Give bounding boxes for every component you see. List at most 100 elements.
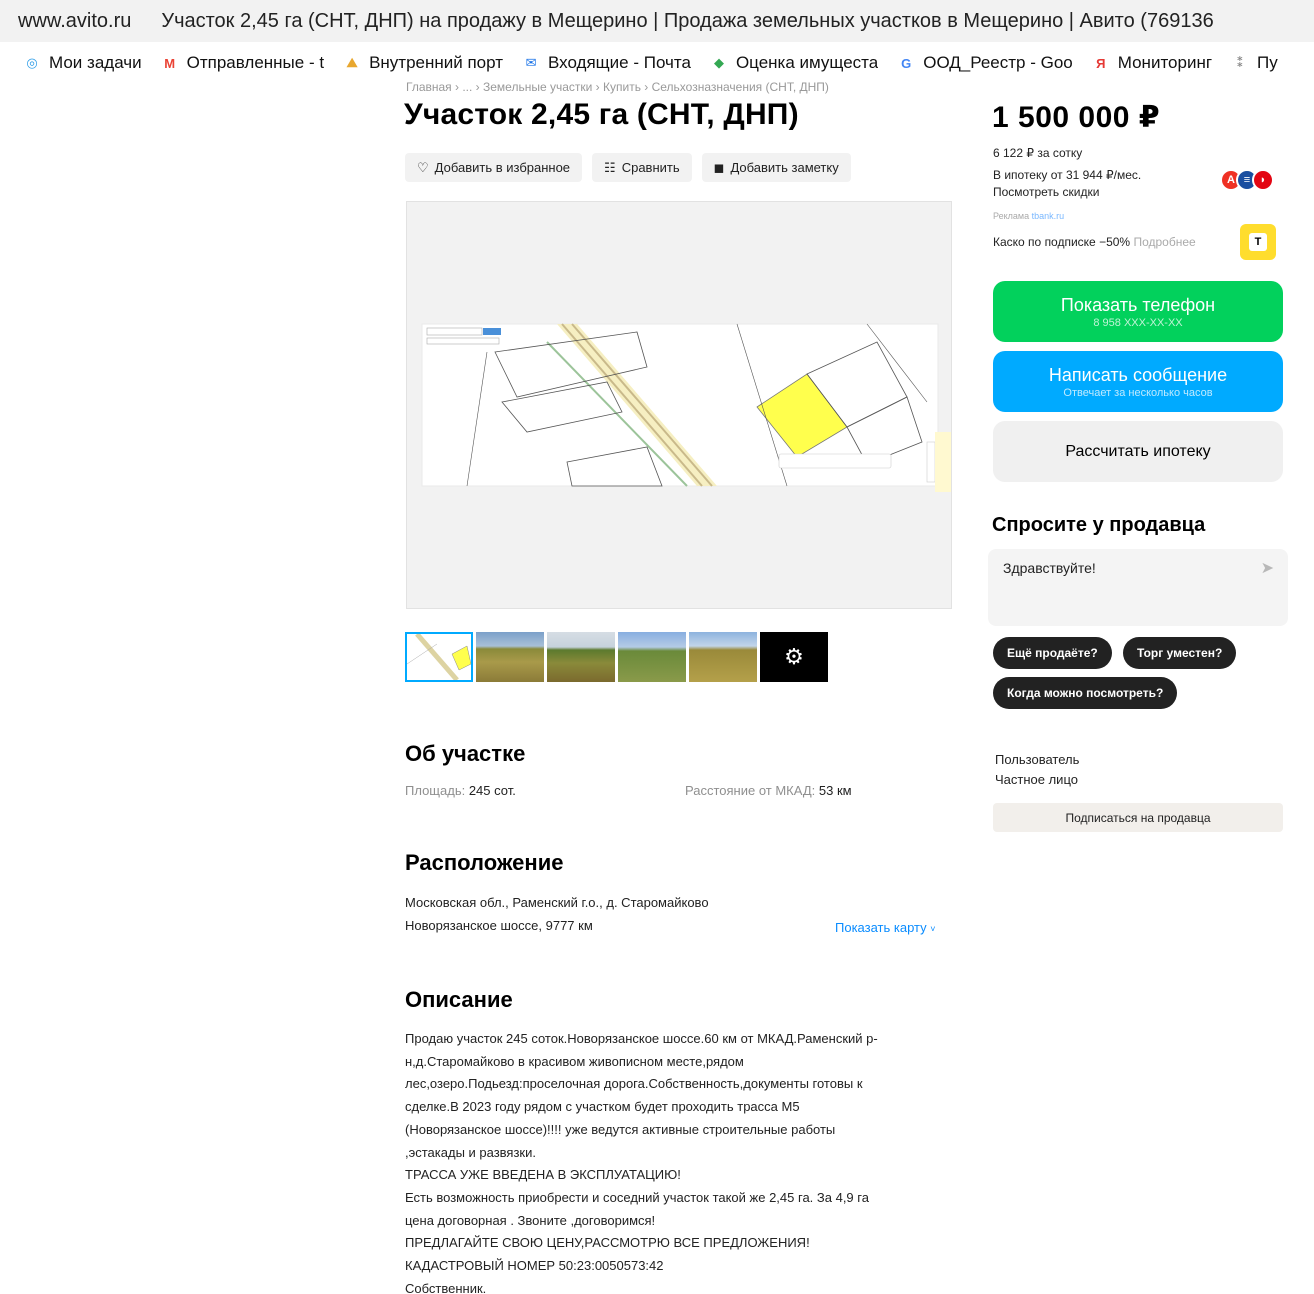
thumbnail-photo-1[interactable] xyxy=(476,632,544,682)
about-heading: Об участке xyxy=(405,741,526,766)
thumbnail-map-image xyxy=(407,634,471,680)
write-message-button[interactable]: Написать сообщение Отвечает за несколько… xyxy=(993,351,1283,412)
thumbnail-photo-2[interactable] xyxy=(547,632,615,682)
bookmark-item[interactable]: M Отправленные - t xyxy=(160,53,324,73)
bookmark-item[interactable]: ⛰ Внутренний порт xyxy=(342,53,503,73)
area-value: 245 сот. xyxy=(468,783,516,798)
description-line: ТРАССА УЖЕ ВВЕДЕНА В ЭКСПЛУАТАЦИЮ! xyxy=(405,1167,681,1183)
pu-icon: ⁑ xyxy=(1236,55,1244,70)
bookmark-item[interactable]: G ООД_Реестр - Goo xyxy=(896,53,1073,73)
bookmark-item[interactable]: ◆ Оценка имущеста xyxy=(709,53,878,73)
breadcrumb[interactable]: Главная › ... › Земельные участки › Купи… xyxy=(406,80,829,94)
add-note-button[interactable]: ◼ Добавить заметку xyxy=(701,153,851,182)
description-line: н,д.Старомайково в красивом живописном м… xyxy=(405,1053,744,1069)
monitoring-icon: Я xyxy=(1096,55,1106,71)
location-highway: Новорязанское шоссе, 9777 км xyxy=(405,918,593,933)
portal-icon: ⛰ xyxy=(346,55,358,70)
thumbnail-map[interactable] xyxy=(405,632,473,682)
bookmark-label: Пу xyxy=(1257,53,1278,72)
seller-type: Частное лицо xyxy=(995,772,1078,787)
estimate-icon: ◆ xyxy=(713,55,724,70)
listing-title: Участок 2,45 га (СНТ, ДНП) xyxy=(404,98,799,131)
bookmark-item[interactable]: ⁑ Пу xyxy=(1230,53,1278,73)
bookmark-label: Отправленные - t xyxy=(186,53,325,72)
quick-question-chip[interactable]: Торг уместен? xyxy=(1123,637,1237,669)
cadastral-map-image xyxy=(407,202,951,608)
description-line: лес,озеро.Подьезд:проселочная дорога.Соб… xyxy=(405,1076,863,1092)
main-photo[interactable] xyxy=(406,201,952,609)
listing-actions: ♡ Добавить в избранное ☷ Сравнить ◼ Доба… xyxy=(405,153,851,182)
bank-icon: ◗ xyxy=(1252,169,1274,191)
kasko-text: Каско по подписке −50% xyxy=(993,235,1131,249)
calculate-mortgage-button[interactable]: Рассчитать ипотеку xyxy=(993,421,1283,482)
location-address: Московская обл., Раменский г.о., д. Стар… xyxy=(405,895,709,910)
seller-name[interactable]: Пользователь xyxy=(995,752,1079,767)
description-line: (Новорязанское шоссе)!!!! уже ведутся ак… xyxy=(405,1121,836,1137)
message-text: Здравствуйте! xyxy=(1003,560,1096,576)
calculate-mortgage-label: Рассчитать ипотеку xyxy=(1065,442,1211,460)
description-line: Продаю участок 245 соток.Новорязанское ш… xyxy=(405,1031,878,1046)
kasko-more-link[interactable]: Подробнее xyxy=(1133,235,1195,249)
ask-seller-heading: Спросите у продавца xyxy=(992,514,1206,536)
bookmark-item[interactable]: Я Мониторинг xyxy=(1091,53,1212,73)
phone-masked: 8 958 XXX-XX-XX xyxy=(1093,316,1183,329)
area-row: Площадь: 245 сот. xyxy=(405,783,516,798)
area-label: Площадь: xyxy=(405,783,466,798)
bookmark-item[interactable]: ◎ Мои задачи xyxy=(22,53,142,73)
description-line: цена договорная . Звоните ,договоримся! xyxy=(405,1212,656,1228)
thumbnail-photo-4[interactable] xyxy=(689,632,757,682)
tbank-icon: T xyxy=(1249,233,1267,251)
description-heading: Описание xyxy=(405,987,513,1012)
bookmark-item[interactable]: ✉ Входящие - Почта xyxy=(521,53,691,73)
bookmark-label: ООД_Реестр - Goo xyxy=(923,53,1073,72)
bank-logos: A ≡ ◗ xyxy=(1220,169,1274,191)
description-line: Собственник. xyxy=(405,1280,487,1294)
ad-source[interactable]: tbank.ru xyxy=(1032,211,1065,221)
more-photos-button[interactable]: ⚙ xyxy=(760,632,828,682)
compare-button[interactable]: ☷ Сравнить xyxy=(592,153,692,182)
subscribe-seller-button[interactable]: Подписаться на продавца xyxy=(993,803,1283,832)
bookmark-label: Мои задачи xyxy=(49,53,142,72)
kasko-row: Каско по подписке −50% Подробнее xyxy=(993,235,1196,249)
thumbnail-photo-3[interactable] xyxy=(618,632,686,682)
mail-icon: ✉ xyxy=(525,55,537,70)
distance-row: Расстояние от МКАД: 53 км xyxy=(685,783,852,798)
quick-question-chip[interactable]: Когда можно посмотреть? xyxy=(993,677,1178,709)
show-phone-label: Показать телефон xyxy=(1060,294,1216,315)
response-time: Отвечает за несколько часов xyxy=(1063,386,1213,399)
description-text: Продаю участок 245 соток.Новорязанское ш… xyxy=(405,1028,955,1294)
price: 1 500 000 ₽ xyxy=(992,101,1161,134)
seller-message-input[interactable]: Здравствуйте! ➤ xyxy=(988,549,1288,626)
add-note-label: Добавить заметку xyxy=(730,160,839,175)
compare-label: Сравнить xyxy=(621,160,680,175)
tbank-logo[interactable]: T xyxy=(1240,224,1276,260)
bookmark-label: Входящие - Почта xyxy=(548,53,691,72)
description-line: Есть возможность приобрести и соседний у… xyxy=(405,1189,869,1205)
heart-icon: ♡ xyxy=(417,159,429,175)
chevron-down-icon: ˅ xyxy=(930,924,936,934)
show-map-link[interactable]: Показать карту ˅ xyxy=(835,920,936,935)
description-line: сделке.В 2023 году рядом с участком буде… xyxy=(405,1099,800,1115)
bookmarks-bar: ◎ Мои задачи M Отправленные - t ⛰ Внутренний … xyxy=(0,42,1314,84)
google-icon: G xyxy=(901,55,912,71)
ad-label: Реклама xyxy=(993,211,1030,221)
description-line: ,эстакады и развязки. xyxy=(405,1144,536,1160)
discounts-link[interactable]: Посмотреть скидки xyxy=(993,185,1099,199)
mortgage-from: В ипотеку от 31 944 ₽/мес. xyxy=(993,168,1142,182)
add-to-favorites-label: Добавить в избранное xyxy=(434,160,571,175)
ad-row: Реклама tbank.ru xyxy=(993,211,1064,221)
window-title: Участок 2,45 га (СНТ, ДНП) на продажу в … xyxy=(161,9,1214,32)
show-phone-button[interactable]: Показать телефон 8 958 XXX-XX-XX xyxy=(993,281,1283,342)
window-titlebar: www.avito.ru Участок 2,45 га (СНТ, ДНП) … xyxy=(0,0,1314,42)
distance-label: Расстояние от МКАД: xyxy=(685,783,816,798)
gmail-icon: M xyxy=(164,55,176,71)
window-domain: www.avito.ru xyxy=(18,9,132,32)
bookmark-label: Оценка имущеста xyxy=(735,53,879,72)
description-line: КАДАСТРОВЫЙ НОМЕР 50:23:0050573:42 xyxy=(405,1258,664,1274)
send-icon[interactable]: ➤ xyxy=(1261,558,1274,578)
camera-icon: ⚙ xyxy=(784,644,804,669)
add-to-favorites-button[interactable]: ♡ Добавить в избранное xyxy=(405,153,583,182)
tasks-icon: ◎ xyxy=(26,55,38,70)
quick-question-chip[interactable]: Ещё продаёте? xyxy=(993,637,1112,669)
location-heading: Расположение xyxy=(405,850,564,875)
